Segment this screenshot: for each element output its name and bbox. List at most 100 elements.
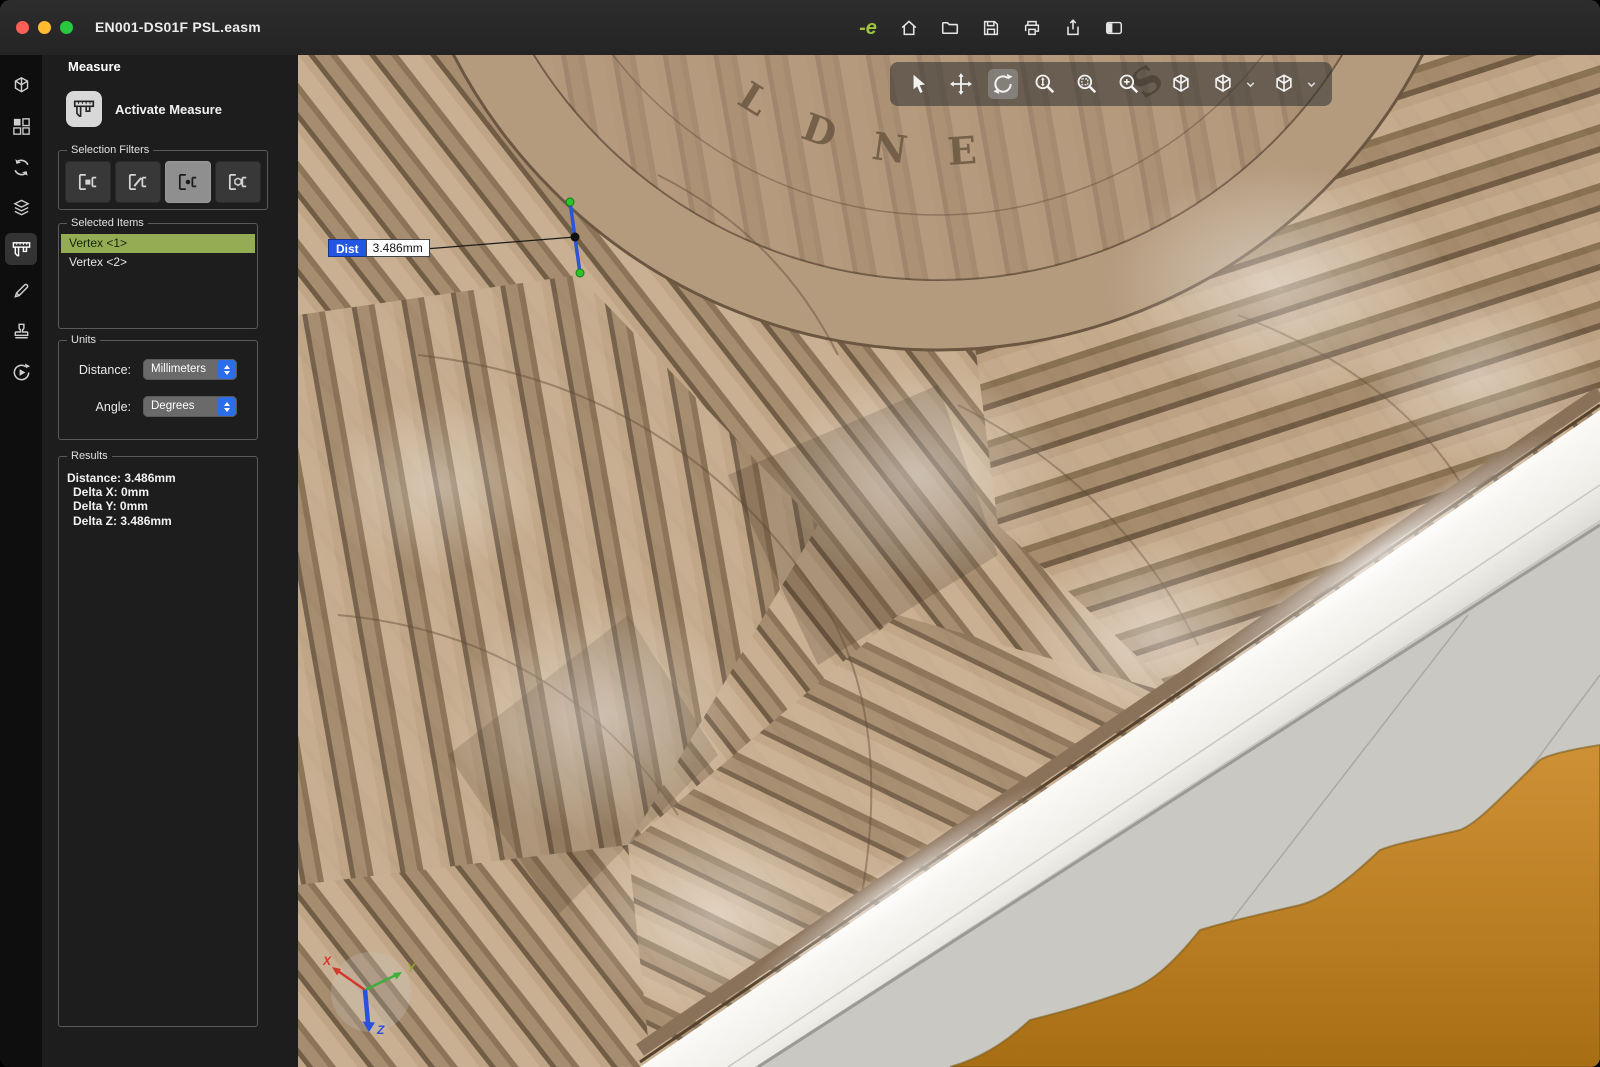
print-icon: [1022, 18, 1042, 38]
engraving-letter: E: [946, 127, 978, 174]
share-icon: [1063, 18, 1083, 38]
side-toolbar: [0, 55, 42, 1067]
units-legend: Units: [67, 334, 100, 346]
model-cube-icon: [11, 75, 32, 96]
zoom-tool-button[interactable]: [1030, 69, 1060, 99]
components-grid-icon: [11, 116, 32, 137]
sidebar-item-stamp[interactable]: [5, 315, 37, 347]
zoom-fit-tool-button[interactable]: [1114, 69, 1144, 99]
viewport-toolbar: [890, 62, 1332, 106]
activate-measure-icon-button[interactable]: [66, 91, 102, 127]
home-button[interactable]: [897, 15, 921, 41]
activate-measure-button[interactable]: Activate Measure: [66, 91, 222, 127]
distance-units-row: Distance: Millimeters: [65, 359, 251, 380]
stamp-icon: [11, 321, 32, 342]
units-group: Units Distance: Millimeters Angle: Degre…: [58, 334, 258, 440]
result-delta-y: Delta Y: 0mm: [67, 499, 249, 513]
filter-edges-icon: [126, 170, 150, 194]
save-button[interactable]: [979, 15, 1003, 41]
markup-pen-icon: [11, 280, 32, 301]
chevron-down-icon[interactable]: [1244, 78, 1257, 91]
sidebar-item-reset[interactable]: [5, 151, 37, 183]
filter-edges-button[interactable]: [115, 161, 161, 203]
zoom-area-icon: [1075, 72, 1099, 96]
display-style-cube-icon: [1272, 72, 1296, 96]
popup-stepper-icon: [217, 397, 236, 416]
selection-filters-legend: Selection Filters: [67, 144, 153, 156]
traffic-lights: [16, 21, 73, 34]
minimize-button[interactable]: [38, 21, 51, 34]
display-style-button[interactable]: [1269, 69, 1299, 99]
3d-model-scene: S E N D L: [298, 55, 1600, 1067]
section-tool-button[interactable]: [1166, 69, 1196, 99]
filter-faces-icon: [76, 170, 100, 194]
pan-tool-button[interactable]: [946, 69, 976, 99]
angle-units-select[interactable]: Degrees: [143, 396, 237, 417]
filter-vertices-icon: [176, 170, 200, 194]
zoom-fit-icon: [1117, 72, 1141, 96]
distance-units-value: Millimeters: [151, 359, 206, 380]
measure-panel: Measure Activate Measure Selection Filte…: [42, 55, 298, 1067]
sidebar-item-measure[interactable]: [5, 233, 37, 265]
triad-y-label: Y: [407, 961, 416, 975]
popup-stepper-icon: [217, 360, 236, 379]
animate-icon: [11, 362, 32, 383]
sidebar-item-components[interactable]: [5, 110, 37, 142]
filter-solids-icon: [226, 170, 250, 194]
results-legend: Results: [67, 450, 112, 462]
sidebar-item-animate[interactable]: [5, 356, 37, 388]
reset-arrows-icon: [11, 157, 32, 178]
vertex-point-1: [566, 198, 574, 206]
titlebar-toolbar: -e: [856, 0, 1126, 55]
cursor-icon: [907, 72, 931, 96]
filter-solids-button[interactable]: [215, 161, 261, 203]
selected-items-legend: Selected Items: [67, 217, 148, 229]
selected-items-group: Selected Items Vertex <1> Vertex <2>: [58, 217, 258, 329]
results-group: Results Distance: 3.486mm Delta X: 0mm D…: [58, 450, 258, 1027]
list-item-vertex-1[interactable]: Vertex <1>: [61, 234, 255, 253]
filter-vertices-button[interactable]: [165, 161, 211, 203]
distance-units-select[interactable]: Millimeters: [143, 359, 237, 380]
toggle-panel-button[interactable]: [1102, 15, 1126, 41]
vertex-point-2: [576, 269, 584, 277]
close-button[interactable]: [16, 21, 29, 34]
measurement-callout[interactable]: Dist 3.486mm: [328, 239, 430, 257]
section-cube-icon: [1169, 72, 1193, 96]
zoom-area-tool-button[interactable]: [1072, 69, 1102, 99]
result-delta-x: Delta X: 0mm: [67, 485, 249, 499]
open-button[interactable]: [938, 15, 962, 41]
save-icon: [981, 18, 1001, 38]
selection-filters-row: [65, 159, 261, 203]
list-item-vertex-2[interactable]: Vertex <2>: [61, 253, 255, 272]
angle-units-row: Angle: Degrees: [65, 396, 251, 417]
selected-items-list: Vertex <1> Vertex <2>: [61, 234, 255, 272]
view-orientation-button[interactable]: [1208, 69, 1238, 99]
triad-z-label: Z: [376, 1023, 385, 1037]
home-icon: [899, 18, 919, 38]
app-window: EN001-DS01F PSL.easm -e Measure Activate…: [0, 0, 1600, 1067]
zoom-window-button[interactable]: [60, 21, 73, 34]
print-button[interactable]: [1020, 15, 1044, 41]
sidebar-item-model[interactable]: [5, 69, 37, 101]
activate-measure-label: Activate Measure: [115, 102, 222, 117]
zoom-icon: [1033, 72, 1057, 96]
angle-units-label: Angle:: [65, 400, 131, 414]
filter-faces-button[interactable]: [65, 161, 111, 203]
3d-viewport[interactable]: S E N D L: [298, 55, 1600, 1067]
pan-arrows-icon: [949, 72, 973, 96]
angle-units-value: Degrees: [151, 396, 194, 417]
titlebar: EN001-DS01F PSL.easm -e: [0, 0, 1600, 56]
select-tool-button[interactable]: [904, 69, 934, 99]
view-orientation-cube-icon: [1211, 72, 1235, 96]
chevron-down-icon[interactable]: [1305, 78, 1318, 91]
measurement-value: 3.486mm: [366, 239, 430, 257]
measurement-tag: Dist: [328, 239, 366, 257]
window-title: EN001-DS01F PSL.easm: [95, 0, 261, 55]
sidebar-item-markup[interactable]: [5, 274, 37, 306]
sidebar-item-configurations[interactable]: [5, 192, 37, 224]
layers-icon: [11, 198, 32, 219]
share-button[interactable]: [1061, 15, 1085, 41]
toggle-panel-icon: [1104, 18, 1124, 38]
rotate-tool-button[interactable]: [988, 69, 1018, 99]
engraving-letter: N: [870, 123, 911, 172]
